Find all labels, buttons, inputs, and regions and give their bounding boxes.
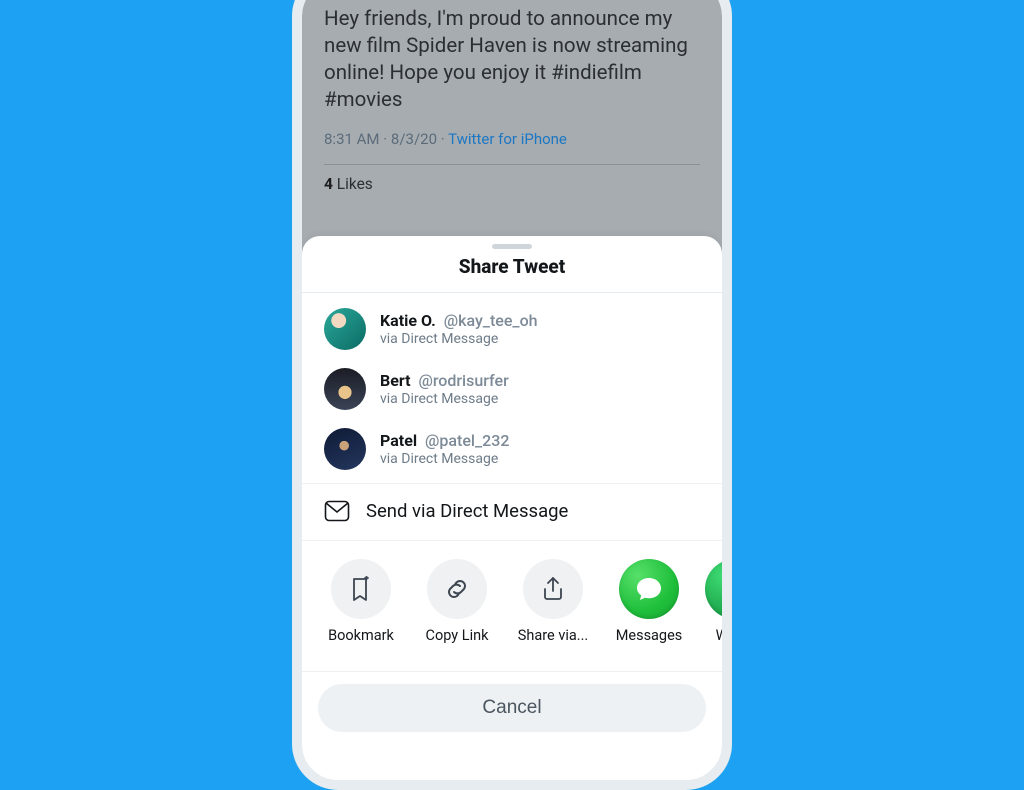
contact-name: Patel	[380, 431, 417, 450]
link-icon	[427, 559, 487, 619]
share-via-label: Share via...	[518, 627, 588, 663]
send-dm-label: Send via Direct Message	[366, 500, 568, 522]
copy-link-label: Copy Link	[426, 627, 489, 663]
contact-handle: @rodrisurfer	[418, 371, 508, 390]
divider	[324, 164, 700, 165]
contact-handle: @patel_232	[425, 431, 509, 450]
mail-icon	[324, 500, 350, 522]
sheet-grabber[interactable]	[492, 244, 532, 249]
contact-name: Bert	[380, 371, 411, 390]
messages-icon	[619, 559, 679, 619]
likes-label: Likes	[337, 175, 373, 193]
likes-count: 4	[324, 175, 333, 193]
messages-option[interactable]: Messages	[612, 559, 686, 663]
bookmark-icon	[331, 559, 391, 619]
whatsapp-label: Wha	[716, 627, 722, 663]
contact-row[interactable]: Bert @rodrisurfer via Direct Message	[310, 359, 714, 419]
contact-handle: @kay_tee_oh	[444, 311, 538, 330]
tweet-text: Hey friends, I'm proud to announce my ne…	[324, 6, 700, 114]
contact-row[interactable]: Katie O. @kay_tee_oh via Direct Message	[310, 299, 714, 359]
messages-label: Messages	[616, 627, 683, 663]
share-icon	[523, 559, 583, 619]
contacts-list: Katie O. @kay_tee_oh via Direct Message …	[302, 293, 722, 483]
tweet-time: 8:31 AM	[324, 130, 380, 148]
send-dm-row[interactable]: Send via Direct Message	[302, 483, 722, 541]
share-options-row[interactable]: Bookmark Copy Link	[302, 541, 722, 672]
phone-frame: Hey friends, I'm proud to announce my ne…	[292, 0, 732, 790]
share-via-option[interactable]: Share via...	[516, 559, 590, 663]
tweet-meta: 8:31 AM · 8/3/20 · Twitter for iPhone	[324, 130, 700, 148]
sheet-title: Share Tweet	[302, 255, 722, 292]
contact-row[interactable]: Patel @patel_232 via Direct Message	[310, 419, 714, 479]
whatsapp-icon	[705, 559, 722, 619]
contact-name: Katie O.	[380, 311, 436, 330]
contact-sub: via Direct Message	[380, 331, 538, 347]
cancel-button[interactable]: Cancel	[318, 684, 706, 732]
copy-link-option[interactable]: Copy Link	[420, 559, 494, 663]
contact-sub: via Direct Message	[380, 451, 509, 467]
avatar	[324, 368, 366, 410]
bookmark-option[interactable]: Bookmark	[324, 559, 398, 663]
avatar	[324, 308, 366, 350]
likes-row[interactable]: 4 Likes	[324, 175, 700, 193]
contact-sub: via Direct Message	[380, 391, 509, 407]
cancel-bar: Cancel	[302, 672, 722, 752]
share-sheet: Share Tweet Katie O. @kay_tee_oh via Dir…	[302, 236, 722, 780]
avatar	[324, 428, 366, 470]
phone-screen: Hey friends, I'm proud to announce my ne…	[302, 0, 722, 780]
bookmark-label: Bookmark	[328, 627, 394, 663]
whatsapp-option[interactable]: Wha	[708, 559, 722, 663]
tweet-date: 8/3/20	[391, 130, 437, 148]
tweet-source[interactable]: Twitter for iPhone	[448, 130, 567, 148]
